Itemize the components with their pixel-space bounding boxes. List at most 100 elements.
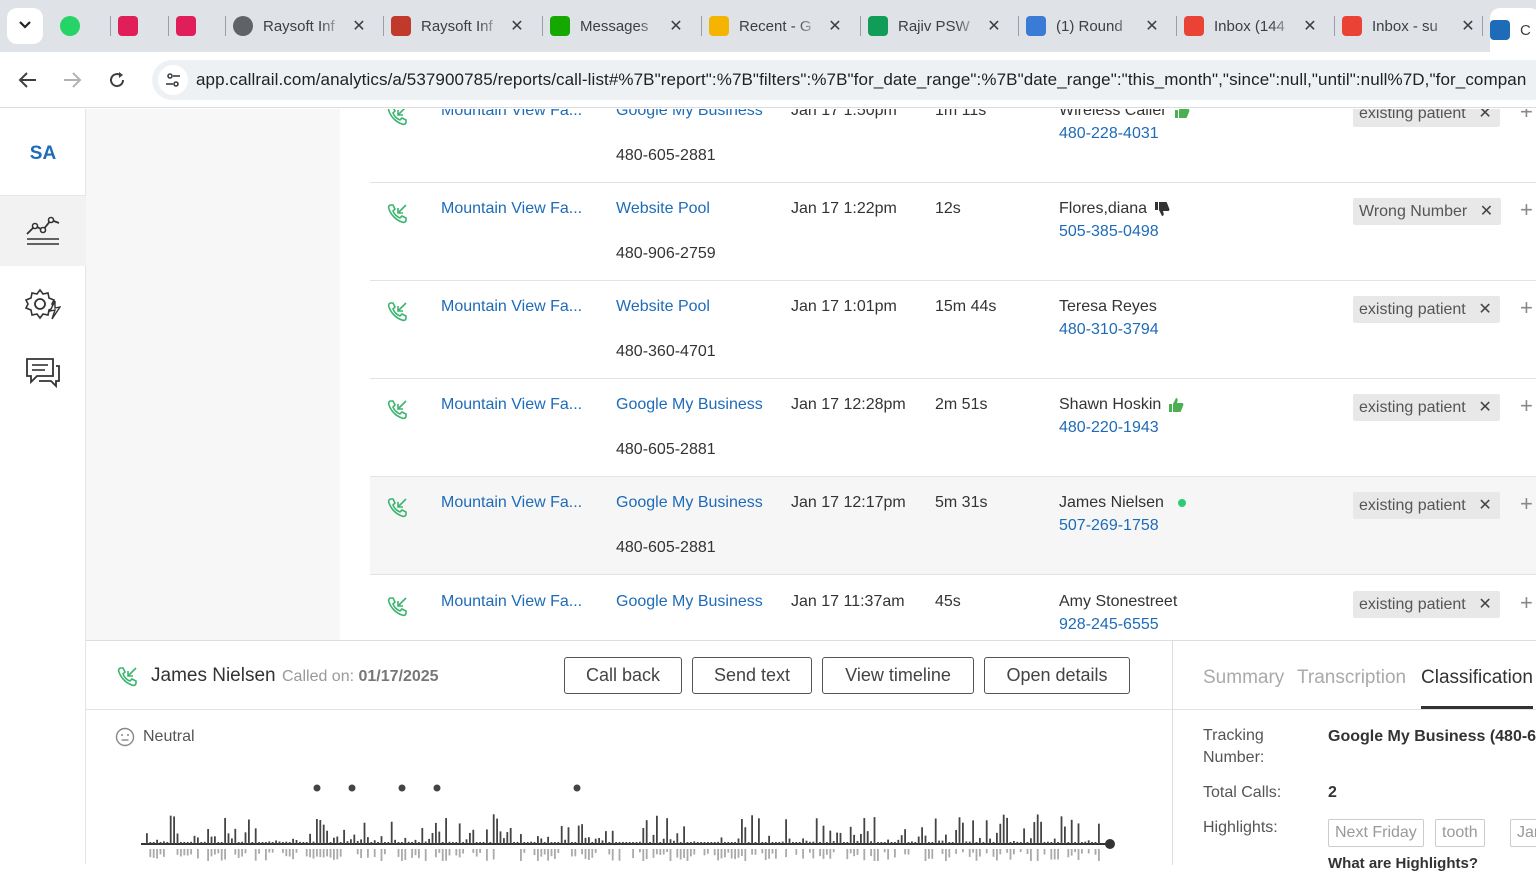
tab-10[interactable]: Inbox - su ✕ — [1342, 8, 1476, 44]
highlight-marker[interactable] — [433, 784, 441, 792]
waveform-bar-top — [210, 836, 213, 844]
source-link[interactable]: Google My Business — [616, 109, 763, 120]
source-link[interactable]: Website Pool — [616, 298, 710, 316]
sidebar-item-conversations[interactable] — [0, 337, 86, 407]
tab-9[interactable]: Inbox (144 ✕ — [1184, 8, 1318, 44]
source-link[interactable]: Google My Business — [616, 593, 763, 611]
highlight-chip[interactable]: Next Friday — [1328, 819, 1424, 847]
back-button[interactable] — [14, 66, 42, 94]
remove-tag-icon[interactable]: ✕ — [1478, 299, 1491, 319]
tab-summary[interactable]: Summary — [1203, 667, 1284, 689]
playhead-handle[interactable] — [1105, 839, 1115, 849]
call-row[interactable]: Mountain View Fa... Google My Business 480… — [370, 109, 1536, 183]
tab-8[interactable]: (1) Round ✕ — [1026, 8, 1160, 44]
waveform-bar-top — [1002, 814, 1005, 844]
close-tab-icon[interactable]: ✕ — [1460, 16, 1476, 36]
remove-tag-icon[interactable]: ✕ — [1478, 594, 1491, 614]
call-waveform[interactable] — [141, 781, 1141, 861]
company-link[interactable]: Mountain View Fa... — [441, 200, 591, 218]
caller-phone-link[interactable]: 505-385-0498 — [1059, 223, 1159, 241]
address-bar[interactable]: app.callrail.com/analytics/a/537900785/r… — [152, 60, 1536, 100]
add-tag-icon[interactable]: + — [1520, 491, 1533, 517]
source-link[interactable]: Google My Business — [616, 396, 763, 414]
tag-chip: existing patient ✕ — [1353, 296, 1500, 323]
forward-button[interactable] — [58, 66, 86, 94]
tab-4[interactable]: Raysoft Inf ✕ — [391, 8, 525, 44]
sidebar-item-settings[interactable] — [0, 269, 86, 339]
remove-tag-icon[interactable]: ✕ — [1478, 109, 1491, 123]
add-tag-icon[interactable]: + — [1520, 109, 1533, 125]
remove-tag-icon[interactable]: ✕ — [1480, 201, 1493, 221]
waveform-bar-top — [282, 842, 284, 844]
waveform-bar-top — [1050, 842, 1053, 844]
add-tag-icon[interactable]: + — [1520, 590, 1533, 616]
tab-transcription[interactable]: Transcription — [1297, 667, 1406, 689]
company-link[interactable]: Mountain View Fa... — [441, 494, 591, 512]
account-initials[interactable]: SA — [0, 143, 86, 165]
tab-6[interactable]: Recent - G ✕ — [709, 8, 843, 44]
waveform-bar-top — [265, 842, 267, 844]
tab-0[interactable] — [60, 8, 90, 44]
highlight-marker[interactable] — [313, 784, 321, 792]
close-tab-icon[interactable]: ✕ — [1144, 16, 1160, 36]
caller-phone-link[interactable]: 480-228-4031 — [1059, 125, 1159, 143]
source-link[interactable]: Google My Business — [616, 494, 763, 512]
company-link[interactable]: Mountain View Fa... — [441, 109, 591, 120]
highlight-marker[interactable] — [398, 784, 406, 792]
tracking-number: 480-605-2881 — [616, 147, 716, 164]
close-tab-icon[interactable]: ✕ — [827, 16, 843, 36]
waveform-bar-top — [880, 842, 883, 844]
add-tag-icon[interactable]: + — [1520, 393, 1533, 419]
thumbs-down-icon[interactable] — [1153, 200, 1171, 218]
view-timeline-button[interactable]: View timeline — [822, 657, 974, 694]
tab-3[interactable]: Raysoft Inf ✕ — [233, 8, 367, 44]
close-tab-icon[interactable]: ✕ — [509, 16, 525, 36]
caller-phone-link[interactable]: 507-269-1758 — [1059, 517, 1159, 535]
caller-phone-link[interactable]: 480-310-3794 — [1059, 321, 1159, 339]
waveform-bar-bottom — [210, 849, 213, 857]
waveform-bar-top — [1060, 816, 1063, 844]
call-row[interactable]: Mountain View Fa... Google My Business 480… — [370, 379, 1536, 477]
highlight-chip[interactable]: Jam — [1510, 819, 1536, 847]
thumbs-up-icon[interactable] — [1167, 396, 1185, 414]
remove-tag-icon[interactable]: ✕ — [1478, 495, 1491, 515]
highlight-chip[interactable]: tooth — [1435, 819, 1485, 847]
tab-11[interactable]: C — [1490, 8, 1536, 52]
sidebar-item-analytics[interactable] — [0, 196, 86, 266]
caller-phone-link[interactable]: 928-245-6555 — [1059, 616, 1159, 634]
tab-5[interactable]: Messages ✕ — [550, 8, 684, 44]
tab-7[interactable]: Rajiv PSW ✕ — [868, 8, 1002, 44]
tab-search-button[interactable] — [7, 8, 43, 44]
company-link[interactable]: Mountain View Fa... — [441, 593, 591, 611]
add-tag-icon[interactable]: + — [1520, 295, 1533, 321]
call-row[interactable]: Mountain View Fa... Google My Business Jan… — [370, 576, 1536, 640]
call-row[interactable]: Mountain View Fa... Website Pool 480-360-4… — [370, 281, 1536, 379]
call-row[interactable]: Mountain View Fa... Google My Business 480… — [370, 477, 1536, 575]
open-details-button[interactable]: Open details — [984, 657, 1130, 694]
waveform-bar-top — [560, 825, 563, 844]
company-link[interactable]: Mountain View Fa... — [441, 396, 591, 414]
remove-tag-icon[interactable]: ✕ — [1478, 397, 1491, 417]
caller-phone-link[interactable]: 480-220-1943 — [1059, 419, 1159, 437]
site-info-icon[interactable] — [158, 65, 188, 95]
company-link[interactable]: Mountain View Fa... — [441, 298, 591, 316]
highlight-marker[interactable] — [348, 784, 356, 792]
close-tab-icon[interactable]: ✕ — [668, 16, 684, 36]
call-row[interactable]: Mountain View Fa... Website Pool 480-906-2… — [370, 183, 1536, 281]
tab-2[interactable] — [176, 8, 206, 44]
waveform-bar-bottom — [455, 849, 458, 856]
waveform-bar-bottom — [1006, 849, 1008, 853]
close-tab-icon[interactable]: ✕ — [1302, 16, 1318, 36]
waveform-bar-top — [1023, 828, 1025, 844]
add-tag-icon[interactable]: + — [1520, 197, 1533, 223]
source-link[interactable]: Website Pool — [616, 200, 710, 218]
thumbs-up-icon[interactable] — [1173, 109, 1191, 120]
tab-classification[interactable]: Classification — [1421, 667, 1533, 689]
tab-1[interactable] — [118, 8, 148, 44]
close-tab-icon[interactable]: ✕ — [986, 16, 1002, 36]
send-text-button[interactable]: Send text — [692, 657, 812, 694]
close-tab-icon[interactable]: ✕ — [351, 16, 367, 36]
call-back-button[interactable]: Call back — [564, 657, 682, 694]
reload-button[interactable] — [103, 66, 131, 94]
highlight-marker[interactable] — [573, 784, 581, 792]
